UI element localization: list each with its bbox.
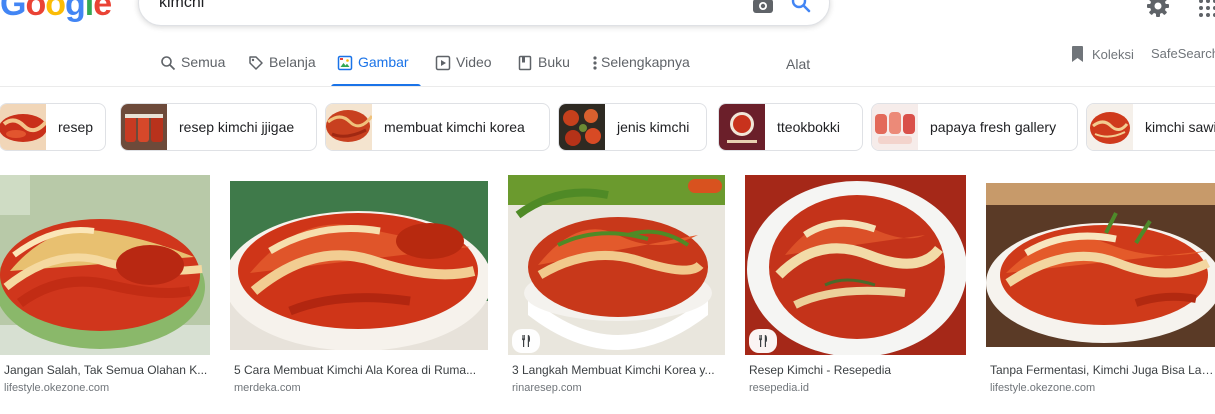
tools-button[interactable]: Alat: [786, 56, 810, 72]
apps-grid-icon[interactable]: [1196, 0, 1215, 20]
chip-resep-kimchi-jjigae[interactable]: resep kimchi jjigae: [120, 103, 317, 151]
result-title[interactable]: Tanpa Fermentasi, Kimchi Juga Bisa Lange: [990, 363, 1215, 377]
chip-label: resep kimchi jjigae: [179, 119, 295, 135]
image-icon: [337, 55, 353, 71]
collections-link[interactable]: Koleksi: [1070, 45, 1134, 63]
recipe-badge: [512, 329, 540, 353]
chip-label: kimchi sawi: [1145, 119, 1215, 135]
result-thumbnail[interactable]: [0, 175, 210, 355]
result-title[interactable]: 3 Langkah Membuat Kimchi Korea y...: [512, 363, 724, 377]
camera-icon[interactable]: [751, 0, 775, 17]
search-icon: [161, 56, 176, 71]
recipe-badge: [749, 329, 777, 353]
logo-letter: e: [93, 0, 112, 23]
logo-letter: l: [84, 0, 95, 23]
bookmark-icon: [1072, 46, 1083, 62]
logo-letter: G: [0, 0, 26, 23]
tab-video[interactable]: Video: [435, 54, 492, 87]
tab-buku[interactable]: Buku: [517, 54, 570, 87]
result-title[interactable]: Resep Kimchi - Resepedia: [749, 363, 965, 377]
chip-resep[interactable]: resep: [0, 103, 106, 151]
tab-belanja[interactable]: Belanja: [248, 54, 316, 87]
result-title[interactable]: 5 Cara Membuat Kimchi Ala Korea di Ruma.…: [234, 363, 488, 377]
logo-letter: g: [65, 0, 86, 23]
result-source[interactable]: resepedia.id: [749, 382, 809, 394]
tab-label: Selengkapnya: [601, 54, 690, 70]
result-source[interactable]: lifestyle.okezone.com: [4, 382, 109, 394]
search-icon[interactable]: [789, 0, 813, 15]
tab-gambar[interactable]: Gambar: [331, 54, 421, 87]
image-result[interactable]: Tanpa Fermentasi, Kimchi Juga Bisa Lange…: [986, 175, 1215, 394]
gear-icon[interactable]: [1146, 0, 1170, 18]
image-result[interactable]: 3 Langkah Membuat Kimchi Korea y... rina…: [508, 175, 725, 394]
chip-label: tteokbokki: [777, 119, 841, 135]
tab-label: Semua: [181, 54, 226, 70]
google-logo[interactable]: Google: [0, 0, 112, 24]
logo-letter: o: [25, 0, 46, 23]
play-icon: [435, 55, 451, 71]
result-thumbnail[interactable]: [745, 175, 966, 355]
tag-icon: [249, 56, 263, 70]
chip-papaya-fresh-gallery[interactable]: papaya fresh gallery: [871, 103, 1078, 151]
tab-selengkapnya[interactable]: Selengkapnya: [592, 54, 690, 87]
chip-thumbnail: [0, 104, 46, 150]
chip-label: resep: [58, 119, 94, 135]
result-source[interactable]: lifestyle.okezone.com: [990, 382, 1095, 394]
chip-label: jenis kimchi: [617, 119, 690, 135]
search-box[interactable]: [138, 0, 830, 26]
chip-thumbnail: [326, 104, 372, 150]
fork-knife-icon: [759, 335, 767, 347]
image-result[interactable]: Resep Kimchi - Resepedia resepedia.id: [745, 175, 966, 394]
tab-label: Belanja: [269, 54, 316, 70]
collections-label: Koleksi: [1092, 46, 1134, 62]
fork-knife-icon: [522, 335, 530, 347]
logo-letter: o: [45, 0, 66, 23]
result-title[interactable]: Jangan Salah, Tak Semua Olahan K...: [4, 363, 210, 377]
chip-thumbnail: [559, 104, 605, 150]
safesearch-button[interactable]: SafeSearch: [1151, 46, 1215, 61]
more-vert-icon: [593, 56, 597, 70]
chip-label: papaya fresh gallery: [930, 119, 1057, 135]
result-thumbnail[interactable]: [230, 181, 488, 361]
book-icon: [518, 55, 532, 71]
chip-jenis-kimchi[interactable]: jenis kimchi: [558, 103, 707, 151]
result-source[interactable]: merdeka.com: [234, 382, 301, 394]
chip-label: membuat kimchi korea: [384, 119, 525, 135]
chip-tteokbokki[interactable]: tteokbokki: [718, 103, 863, 151]
search-input[interactable]: [159, 0, 719, 15]
chip-thumbnail: [1087, 104, 1133, 150]
chip-thumbnail: [121, 104, 167, 150]
result-thumbnail[interactable]: [986, 183, 1215, 363]
image-result[interactable]: 5 Cara Membuat Kimchi Ala Korea di Ruma.…: [230, 175, 488, 394]
result-source[interactable]: rinaresep.com: [512, 382, 582, 394]
header-divider: [0, 86, 1215, 87]
chip-membuat-kimchi-korea[interactable]: membuat kimchi korea: [325, 103, 550, 151]
tab-label: Gambar: [358, 54, 409, 70]
tab-label: Buku: [538, 54, 570, 70]
chip-thumbnail: [719, 104, 765, 150]
chip-thumbnail: [872, 104, 918, 150]
tab-label: Video: [456, 54, 492, 70]
result-thumbnail[interactable]: [508, 175, 725, 355]
tab-semua[interactable]: Semua: [160, 54, 225, 87]
image-result[interactable]: Jangan Salah, Tak Semua Olahan K... life…: [0, 175, 210, 394]
chip-kimchi-sawi[interactable]: kimchi sawi: [1086, 103, 1215, 151]
